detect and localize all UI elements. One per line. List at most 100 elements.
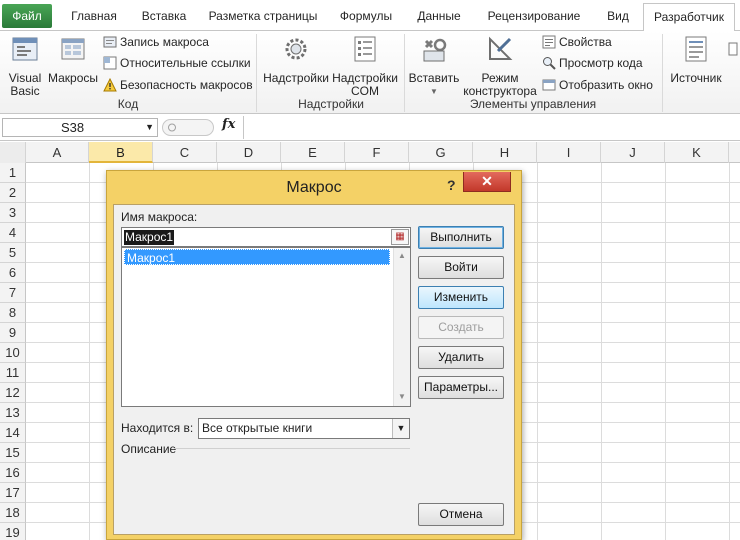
column-header-b[interactable]: B — [89, 142, 153, 163]
row-header-15[interactable]: 15 — [0, 443, 26, 463]
ribbon-tabs: Файл Главная Вставка Разметка страницы Ф… — [0, 0, 740, 32]
tab-insert[interactable]: Вставка — [132, 6, 196, 31]
collapse-dialog-button[interactable]: ▦ — [391, 229, 409, 245]
column-header-a[interactable]: A — [26, 142, 89, 163]
row-header-1[interactable]: 1 — [0, 163, 26, 183]
column-header-i[interactable]: I — [537, 142, 601, 163]
row-header-17[interactable]: 17 — [0, 483, 26, 503]
list-scrollbar[interactable]: ▲ ▼ — [393, 248, 410, 406]
row-header-14[interactable]: 14 — [0, 423, 26, 443]
macro-security-button[interactable]: Безопасность макросов — [103, 76, 253, 94]
tab-page-layout[interactable]: Разметка страницы — [202, 6, 324, 31]
row-header-13[interactable]: 13 — [0, 403, 26, 423]
group-separator — [662, 34, 663, 112]
formula-input[interactable] — [246, 117, 738, 138]
column-header-g[interactable]: G — [409, 142, 473, 163]
macro-name-label: Имя макроса: — [121, 210, 198, 224]
row-header-7[interactable]: 7 — [0, 283, 26, 303]
grid-line — [665, 163, 666, 540]
macro-list[interactable]: Макрос1 ▲ ▼ — [121, 247, 411, 407]
gear-icon — [285, 38, 307, 60]
addins-button[interactable]: Надстройки — [262, 33, 330, 85]
relative-references-button[interactable]: Относительные ссылки — [103, 54, 251, 72]
name-box-value: S38 — [61, 120, 85, 135]
tab-developer[interactable]: Разработчик — [643, 3, 735, 32]
row-header-19[interactable]: 19 — [0, 523, 26, 540]
chevron-down-icon[interactable]: ▼ — [392, 419, 409, 438]
tab-file[interactable]: Файл — [2, 4, 52, 28]
macros-button[interactable]: Макросы — [46, 33, 100, 85]
tab-review[interactable]: Рецензирование — [478, 6, 590, 31]
tab-view[interactable]: Вид — [596, 6, 640, 31]
row-header-2[interactable]: 2 — [0, 183, 26, 203]
addins-group-label: Надстройки — [298, 97, 364, 111]
grid-line — [537, 163, 538, 540]
create-button[interactable]: Создать — [418, 316, 504, 339]
scroll-up-icon[interactable]: ▲ — [397, 251, 407, 261]
select-all-corner[interactable] — [0, 142, 26, 163]
insert-function-button[interactable]: fx — [222, 117, 235, 132]
row-header-10[interactable]: 10 — [0, 343, 26, 363]
run-button[interactable]: Выполнить — [418, 226, 504, 249]
insert-control-button[interactable]: Вставить ▼ — [408, 33, 460, 98]
grid-line — [89, 163, 90, 540]
row-header-3[interactable]: 3 — [0, 203, 26, 223]
properties-button[interactable]: Свойства — [542, 33, 612, 51]
name-box[interactable]: S38 ▼ — [2, 118, 158, 137]
column-header-j[interactable]: J — [601, 142, 665, 163]
visual-basic-button[interactable]: Visual Basic — [4, 33, 46, 98]
row-header-12[interactable]: 12 — [0, 383, 26, 403]
options-button[interactable]: Параметры... — [418, 376, 504, 399]
warning-icon — [103, 78, 117, 92]
code-group-label: Код — [117, 97, 139, 111]
chevron-down-icon[interactable]: ▼ — [145, 119, 154, 136]
step-into-button[interactable]: Войти — [418, 256, 504, 279]
row-header-6[interactable]: 6 — [0, 263, 26, 283]
formula-bar-resize-handle[interactable] — [162, 119, 214, 136]
row-header-11[interactable]: 11 — [0, 363, 26, 383]
group-separator — [256, 34, 257, 112]
run-dialog-button[interactable]: Отобразить окно — [542, 76, 653, 94]
macro-name-input[interactable]: Макрос1 ▦ — [121, 227, 411, 247]
cancel-button[interactable]: Отмена — [418, 503, 504, 526]
row-header-4[interactable]: 4 — [0, 223, 26, 243]
row-header-5[interactable]: 5 — [0, 243, 26, 263]
row-header-9[interactable]: 9 — [0, 323, 26, 343]
com-addins-button[interactable]: Надстройки COM — [330, 33, 400, 98]
tab-formulas[interactable]: Формулы — [332, 6, 400, 31]
description-label: Описание — [121, 442, 177, 456]
row-header-16[interactable]: 16 — [0, 463, 26, 483]
column-header-f[interactable]: F — [345, 142, 409, 163]
column-header-e[interactable]: E — [281, 142, 345, 163]
tab-data[interactable]: Данные — [408, 6, 470, 31]
edit-button[interactable]: Изменить — [418, 286, 504, 309]
formula-bar: S38 ▼ fx — [0, 114, 740, 141]
scroll-down-icon[interactable]: ▼ — [397, 392, 407, 402]
row-header-8[interactable]: 8 — [0, 303, 26, 323]
design-mode-button[interactable]: Режим конструктора — [462, 33, 538, 98]
close-icon: ✕ — [481, 173, 493, 189]
location-label: Находится в: — [121, 421, 194, 435]
column-header-d[interactable]: D — [217, 142, 281, 163]
column-header-c[interactable]: C — [153, 142, 217, 163]
xml-source-label: Источник — [670, 71, 722, 85]
delete-button[interactable]: Удалить — [418, 346, 504, 369]
visual-basic-icon — [12, 37, 38, 61]
row-header-18[interactable]: 18 — [0, 503, 26, 523]
properties-icon — [542, 35, 556, 49]
xml-map-properties-button[interactable] — [728, 41, 740, 59]
xml-source-button[interactable]: Источник — [666, 33, 726, 85]
macros-label: Макросы — [47, 71, 99, 85]
help-button[interactable]: ? — [447, 177, 456, 193]
location-select[interactable]: Все открытые книги ▼ — [198, 418, 410, 439]
record-macro-button[interactable]: Запись макроса — [103, 33, 209, 51]
column-headers: A B C D E F G H I J K — [0, 142, 740, 163]
close-button[interactable]: ✕ — [463, 172, 511, 192]
column-header-k[interactable]: K — [665, 142, 729, 163]
xml-source-icon — [685, 36, 707, 62]
column-header-h[interactable]: H — [473, 142, 537, 163]
list-item[interactable]: Макрос1 — [124, 249, 390, 265]
tab-home[interactable]: Главная — [58, 6, 130, 31]
view-code-button[interactable]: Просмотр кода — [542, 54, 643, 72]
macro-dialog: Макрос ? ✕ Имя макроса: Макрос1 ▦ Макрос… — [106, 170, 522, 540]
